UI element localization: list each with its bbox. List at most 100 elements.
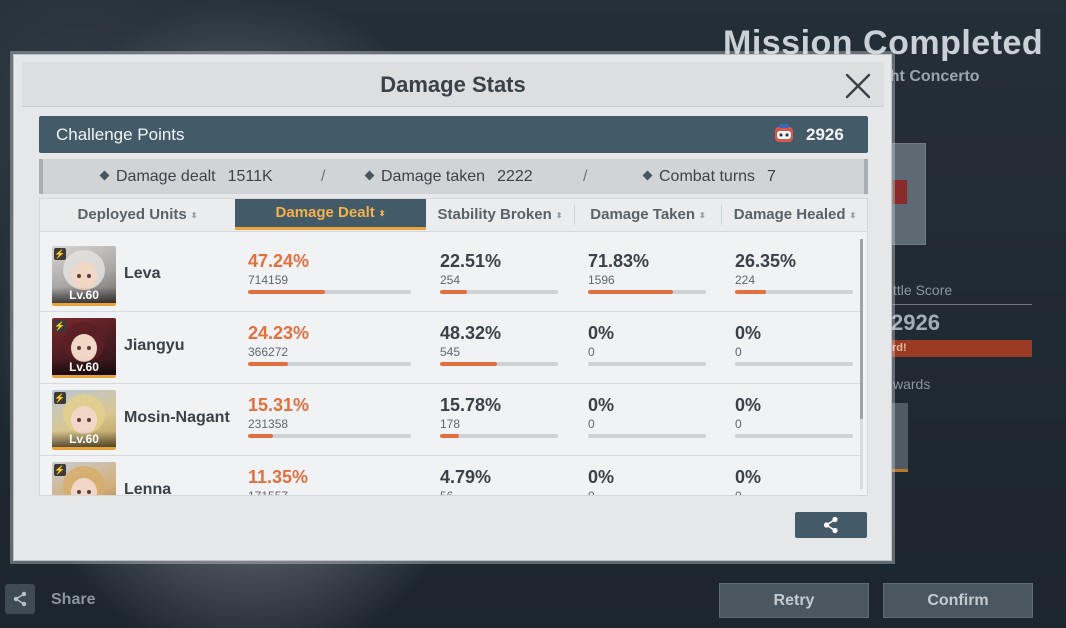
stability-bar: [440, 290, 558, 294]
share-label[interactable]: Share: [51, 591, 95, 609]
diamond-icon: [642, 170, 653, 181]
unit-name: Jiangyu: [124, 337, 185, 354]
taken-percent: 0%: [588, 323, 615, 343]
unit-name: Lenna: [124, 481, 172, 496]
stage-card: [888, 143, 926, 245]
healed-percent: 0%: [735, 395, 762, 415]
share-button[interactable]: [795, 512, 867, 538]
battle-score-label: ttle Score: [893, 282, 953, 298]
dealt-value: 171557: [248, 489, 289, 496]
challenge-points-bar: Challenge Points 2926: [39, 116, 868, 153]
lightning-icon: ⚡: [54, 248, 66, 260]
stability-bar: [440, 362, 558, 366]
retry-button[interactable]: Retry: [719, 583, 869, 618]
dealt-cell: 11.35% 171557: [248, 467, 368, 496]
new-record-badge: rd!: [888, 340, 1032, 357]
dealt-value: 714159: [248, 273, 289, 287]
share-icon: [823, 516, 838, 534]
summary-combat-turns: Combat turns 7: [642, 168, 776, 186]
dealt-bar-fill: [248, 290, 325, 294]
stability-bar-fill: [440, 290, 467, 294]
close-icon[interactable]: [842, 70, 874, 102]
column-damage-taken[interactable]: Damage Taken ⬍: [575, 199, 721, 231]
healed-percent: 0%: [735, 323, 762, 343]
dealt-bar: [248, 290, 411, 294]
diamond-icon: [364, 170, 375, 181]
column-damage-healed[interactable]: Damage Healed ⬍: [722, 199, 867, 231]
stability-value: 56: [440, 489, 454, 496]
healed-value: 224: [735, 273, 756, 287]
table-row[interactable]: ⚡ Lenna 11.35% 171557 4.79% 56 0% 0 0% 0: [40, 455, 860, 496]
healed-value: 0: [735, 417, 742, 431]
column-damage-dealt[interactable]: Damage Dealt ⬍: [235, 199, 426, 230]
taken-value: 0: [588, 489, 595, 496]
unit-level: Lv.60: [52, 359, 116, 375]
table-header: Deployed Units ⬍ Damage Dealt ⬍ Stability …: [40, 199, 867, 232]
healed-cell: 26.35% 224: [735, 251, 855, 294]
healed-cell: 0% 0: [735, 395, 855, 438]
stability-percent: 15.78%: [440, 395, 502, 415]
healed-value: 0: [735, 489, 742, 496]
summary-damage-taken: Damage taken 2222: [364, 168, 533, 186]
stability-bar: [440, 434, 558, 438]
dealt-cell: 15.31% 231358: [248, 395, 411, 438]
taken-bar: [588, 434, 706, 438]
taken-value: 0: [588, 345, 595, 359]
unit-avatar: ⚡ Lv.60: [52, 246, 116, 306]
dealt-percent: 47.24%: [248, 251, 310, 271]
scrollbar-thumb[interactable]: [860, 239, 863, 419]
diamond-icon: [99, 170, 110, 181]
dealt-bar: [248, 434, 411, 438]
healed-value: 0: [735, 345, 742, 359]
sort-icon: ⬍: [555, 211, 563, 220]
stability-value: 545: [440, 345, 461, 359]
sort-icon: ⬍: [190, 211, 198, 220]
healed-percent: 26.35%: [735, 251, 797, 271]
taken-percent: 0%: [588, 395, 615, 415]
rewards-label: wards: [893, 376, 931, 392]
unit-name: Leva: [124, 265, 161, 282]
unit-avatar: ⚡ Lv.60: [52, 318, 116, 378]
taken-value: 1596: [588, 273, 615, 287]
stability-value: 178: [440, 417, 461, 431]
dealt-cell: 47.24% 714159: [248, 251, 411, 294]
confirm-button[interactable]: Confirm: [883, 583, 1033, 618]
damage-dealt-value: 1511K: [227, 168, 273, 185]
dealt-cell: 24.23% 366272: [248, 323, 411, 366]
modal-header: Damage Stats: [22, 62, 884, 107]
damage-table: Deployed Units ⬍ Damage Dealt ⬍ Stability …: [39, 198, 868, 496]
sort-icon: ⬍: [849, 211, 857, 220]
reward-item: [890, 403, 908, 472]
challenge-points-label: Challenge Points: [56, 125, 185, 144]
stability-bar-fill: [440, 434, 459, 438]
healed-cell: 0% 0: [735, 323, 855, 366]
stability-percent: 4.79%: [440, 467, 492, 487]
taken-bar-fill: [588, 290, 673, 294]
column-stability-broken[interactable]: Stability Broken ⬍: [426, 199, 574, 231]
stability-percent: 22.51%: [440, 251, 502, 271]
taken-cell: 0% 0: [588, 395, 708, 438]
unit-name: Mosin-Nagant: [124, 409, 230, 426]
dealt-bar: [248, 362, 411, 366]
unit-level: Lv.60: [52, 431, 116, 447]
unit-avatar: ⚡ Lv.60: [52, 390, 116, 450]
dealt-value: 366272: [248, 345, 289, 359]
dealt-percent: 15.31%: [248, 395, 310, 415]
unit-avatar: ⚡: [52, 462, 116, 495]
dealt-bar-fill: [248, 434, 273, 438]
taken-value: 0: [588, 417, 595, 431]
background-share-icon[interactable]: [5, 584, 35, 614]
lightning-icon: ⚡: [54, 392, 66, 404]
column-deployed-units[interactable]: Deployed Units ⬍: [40, 199, 235, 231]
table-row[interactable]: ⚡ Lv.60 Leva 47.24% 714159 22.51% 254 71.83% 159…: [40, 239, 860, 312]
table-scrollbar[interactable]: [860, 239, 863, 489]
stability-cell: 22.51% 254: [440, 251, 560, 294]
table-row[interactable]: ⚡ Lv.60 Mosin-Nagant 15.31% 231358 15.78% 178 0…: [40, 383, 860, 456]
combat-turns-value: 7: [767, 168, 776, 185]
table-row[interactable]: ⚡ Lv.60 Jiangyu 24.23% 366272 48.32% 545 0% 0 0% 0: [40, 311, 860, 384]
lightning-icon: ⚡: [54, 464, 66, 476]
unit-level: Lv.60: [52, 287, 116, 303]
stability-bar-fill: [440, 362, 497, 366]
dealt-value: 231358: [248, 417, 289, 431]
damage-taken-value: 2222: [497, 168, 533, 185]
